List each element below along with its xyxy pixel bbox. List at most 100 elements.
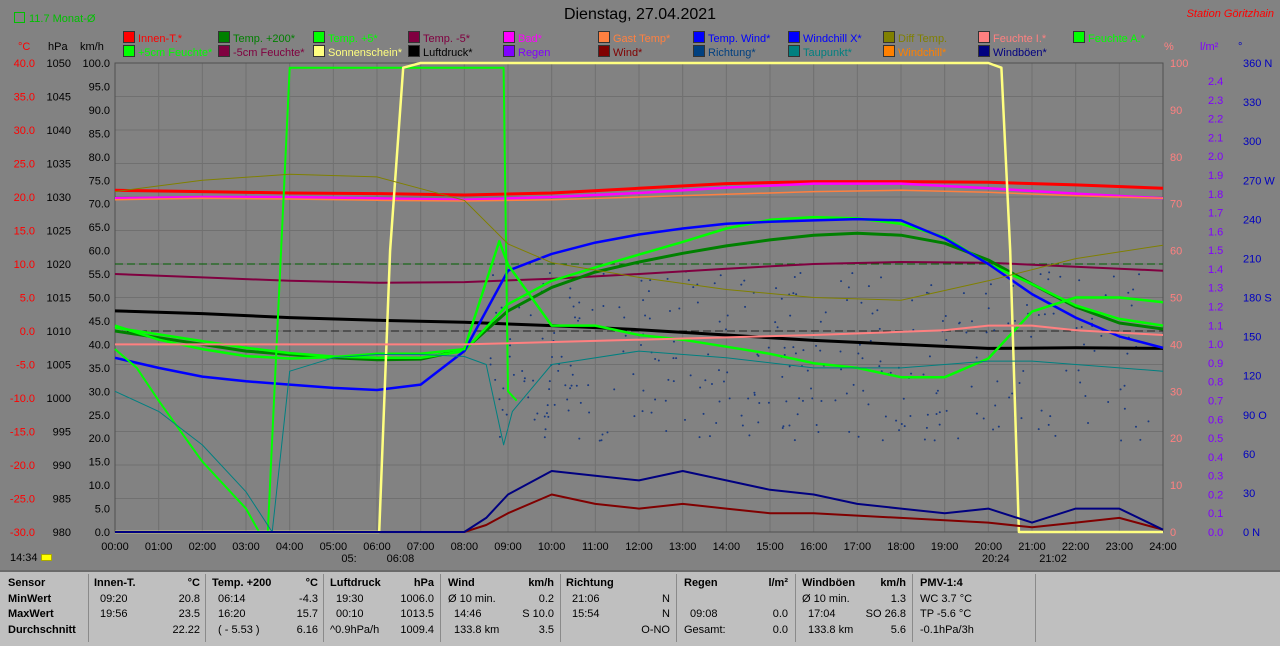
direction-point [857, 352, 860, 355]
direction-point [740, 283, 743, 286]
tick-label-kmh: 25.0 [89, 410, 110, 422]
tick-label-pct: 50 [1170, 293, 1182, 305]
col-regen-head: Regen [684, 577, 718, 589]
direction-point [878, 365, 881, 368]
direction-point [553, 403, 556, 406]
tick-label-hpa: 985 [53, 494, 71, 506]
col-windboeen-head: Windböen [802, 577, 856, 589]
direction-point [1022, 370, 1025, 373]
direction-point [910, 372, 913, 375]
direction-point [568, 296, 571, 299]
row-label-max: MaxWert [8, 608, 54, 620]
tick-label-pct: 0 [1170, 527, 1176, 539]
direction-point [550, 356, 553, 359]
tick-label-deg: 360 N [1243, 58, 1272, 70]
direction-point [975, 412, 978, 415]
direction-point [997, 425, 1000, 428]
direction-point [495, 311, 498, 314]
regen-max-time: 09:08 [690, 608, 718, 620]
direction-point [718, 320, 721, 323]
direction-point [962, 292, 965, 295]
direction-point [717, 369, 720, 372]
direction-point [1007, 322, 1010, 325]
luftdruck-min-time: 19:30 [336, 592, 364, 605]
tick-label-lm2: 2.4 [1208, 76, 1223, 88]
tick-label-c: -30.0 [10, 527, 35, 539]
sep [440, 574, 441, 642]
direction-point [792, 292, 795, 295]
direction-point [902, 397, 905, 400]
direction-point [1043, 313, 1046, 316]
tick-label-hpa: 990 [53, 460, 71, 472]
tick-label-lm2: 0.9 [1208, 358, 1223, 370]
tick-label-time: 20:00 [975, 541, 1003, 553]
col-innen-unit: °C [187, 577, 200, 589]
temp200-avg-value: 6.16 [296, 623, 318, 636]
direction-point [1087, 422, 1090, 425]
direction-point [857, 435, 860, 438]
direction-point [970, 320, 973, 323]
direction-point [965, 331, 968, 334]
col-innen-head: Innen-T. [94, 577, 136, 589]
direction-point [601, 433, 604, 436]
direction-point [1138, 273, 1141, 276]
direction-point [792, 346, 795, 349]
wind-avg-note: 133.8 km [454, 623, 500, 636]
direction-point [810, 387, 813, 390]
windboeen-avg-value: 5.6 [890, 623, 906, 636]
direction-point [852, 383, 855, 386]
direction-point [743, 279, 746, 282]
col-luftdruck: Luftdruck hPa 19:30 1006.0 00:10 1013.5 ^0.… [330, 576, 434, 638]
tick-label-kmh: 35.0 [89, 363, 110, 375]
tick-label-kmh: 40.0 [89, 339, 110, 351]
tick-label-kmh: 90.0 [89, 105, 110, 117]
luftdruck-avg-note: ^0.9hPa/h [330, 623, 380, 636]
tick-label-time: 17:00 [844, 541, 872, 553]
direction-point [591, 308, 594, 311]
tick-label-pct: 70 [1170, 199, 1182, 211]
direction-point [543, 436, 546, 439]
direction-point [748, 434, 751, 437]
tick-label-lm2: 1.3 [1208, 283, 1223, 295]
direction-point [640, 279, 643, 282]
direction-point [798, 397, 801, 400]
direction-point [567, 409, 570, 412]
direction-point [767, 401, 770, 404]
direction-point [802, 349, 805, 352]
direction-point [881, 439, 884, 442]
direction-point [521, 369, 524, 372]
direction-point [796, 413, 799, 416]
direction-point [867, 403, 870, 406]
direction-point [1047, 278, 1050, 281]
tick-label-deg: 90 O [1243, 410, 1267, 422]
direction-point [1039, 273, 1042, 276]
direction-point [624, 334, 627, 337]
wind-min-value: 0.2 [538, 592, 554, 605]
wind-max-time: 14:46 [454, 608, 482, 620]
direction-point [602, 304, 605, 307]
direction-point [644, 314, 647, 317]
direction-point [687, 279, 690, 282]
innen-min-value: 20.8 [178, 592, 200, 605]
tick-label-lm2: 0.5 [1208, 433, 1223, 445]
direction-point [799, 272, 802, 275]
time-left-label: 14:34 [10, 552, 38, 564]
tick-label-time: 09:00 [494, 541, 522, 553]
tick-label-kmh: 95.0 [89, 81, 110, 93]
direction-point [548, 388, 551, 391]
direction-point [840, 368, 843, 371]
direction-point [1054, 434, 1057, 437]
direction-point [911, 299, 914, 302]
direction-point [648, 317, 651, 320]
tick-label-lm2: 0.1 [1208, 508, 1223, 520]
direction-point [957, 437, 960, 440]
direction-point [654, 398, 657, 401]
direction-point [667, 378, 670, 381]
direction-point [925, 291, 928, 294]
temp200-max-value: 15.7 [296, 608, 318, 620]
luftdruck-max-time: 00:10 [336, 608, 364, 620]
tick-label-kmh: 80.0 [89, 152, 110, 164]
direction-point [925, 426, 928, 429]
direction-point [1080, 325, 1083, 328]
direction-point [889, 371, 892, 374]
